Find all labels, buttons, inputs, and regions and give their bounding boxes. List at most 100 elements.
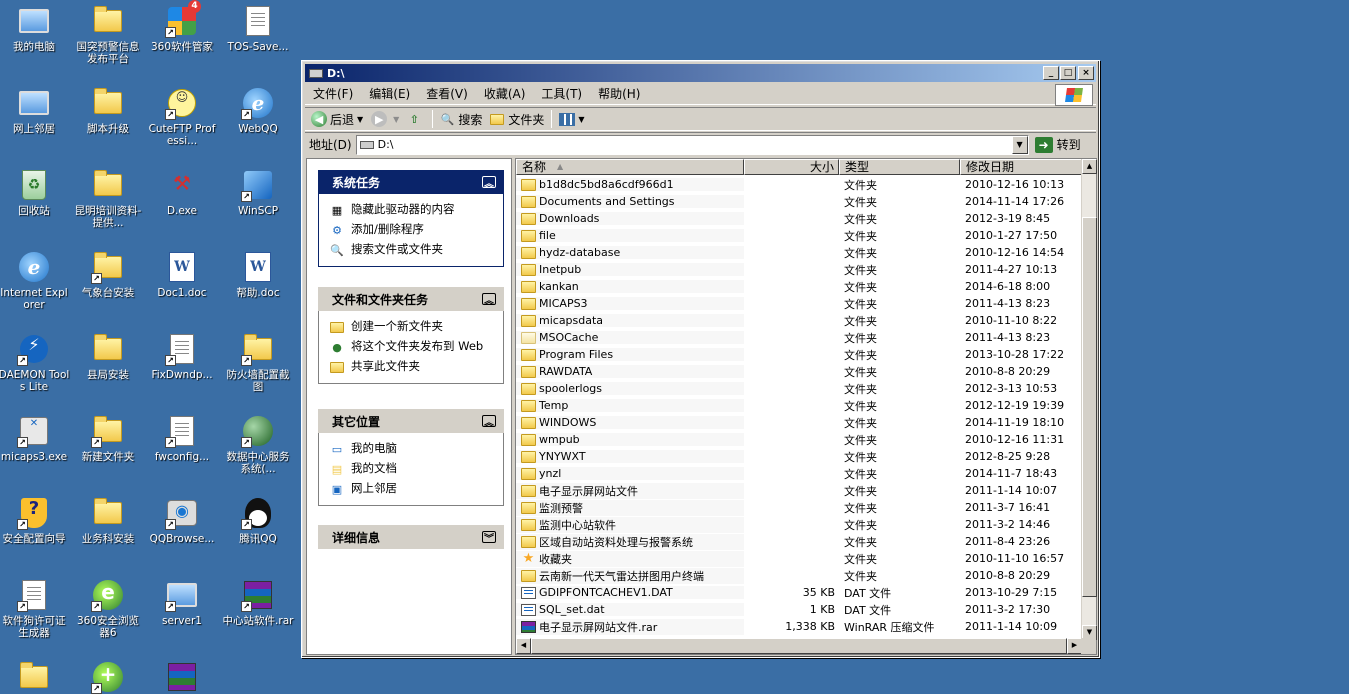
desktop-icon[interactable]: ↗ 防火墙配置截图 — [220, 332, 296, 393]
desktop-icon[interactable]: e ↗ 360安全浏览器6 — [70, 578, 146, 639]
back-dropdown-icon[interactable]: ▼ — [357, 115, 363, 124]
details-header[interactable]: 详细信息 ︾ — [318, 525, 504, 549]
menu-edit[interactable]: 编辑(E) — [361, 85, 418, 102]
desktop-icon[interactable]: ↗ 新建文件夹 — [70, 414, 146, 463]
address-dropdown-button[interactable]: ▼ — [1011, 135, 1028, 154]
file-row[interactable]: b1d8dc5bd8a6cdf966d1 文件夹 2010-12-16 10:13 — [516, 176, 1082, 193]
file-row[interactable]: kankan 文件夹 2014-6-18 8:00 — [516, 278, 1082, 295]
desktop-icon[interactable]: 国突预警信息发布平台 — [70, 4, 146, 65]
horizontal-scroll-thumb[interactable] — [531, 638, 1067, 654]
desktop-icon[interactable]: ↗ 软件狗许可证生成器 — [0, 578, 72, 639]
column-header-type[interactable]: 类型 — [839, 159, 960, 175]
column-header-size[interactable]: 大小 — [744, 159, 839, 175]
desktop-icon[interactable]: 网上邻居 — [0, 86, 72, 135]
desktop-icon[interactable]: TOS-Save... — [220, 4, 296, 53]
column-header-date[interactable]: 修改日期 — [960, 159, 1082, 175]
maximize-button[interactable]: □ — [1060, 66, 1076, 80]
menu-file[interactable]: 文件(F) — [305, 85, 361, 102]
desktop-icon[interactable]: ◉ ↗ QQBrowse... — [144, 496, 220, 545]
other-places-header[interactable]: 其它位置 ︽ — [318, 409, 504, 433]
forward-button[interactable]: ▶ ▼ — [367, 108, 403, 130]
file-row[interactable]: MICAPS3 文件夹 2011-4-13 8:23 — [516, 295, 1082, 312]
file-row[interactable]: micapsdata 文件夹 2010-11-10 8:22 — [516, 312, 1082, 329]
desktop-icon[interactable]: ↗ fwconfig... — [144, 414, 220, 463]
horizontal-scrollbar[interactable]: ◀ ▶ — [516, 638, 1082, 654]
file-row[interactable]: Temp 文件夹 2012-12-19 19:39 — [516, 397, 1082, 414]
desktop-icon[interactable]: ⚡ ↗ DAEMON Tools Lite — [0, 332, 72, 393]
task-search-files[interactable]: 🔍 搜索文件或文件夹 — [329, 240, 503, 260]
file-row[interactable]: 监测中心站软件 文件夹 2011-3-2 14:46 — [516, 516, 1082, 533]
file-row[interactable]: WINDOWS 文件夹 2014-11-19 18:10 — [516, 414, 1082, 431]
task-publish-to-web[interactable]: ● 将这个文件夹发布到 Web — [329, 337, 503, 357]
file-row[interactable]: MSOCache 文件夹 2011-4-13 8:23 — [516, 329, 1082, 346]
menu-view[interactable]: 查看(V) — [418, 85, 476, 102]
desktop-icon[interactable]: 县局安装 — [70, 332, 146, 381]
file-row[interactable]: 区域自动站资料处理与报警系统 文件夹 2011-8-4 23:26 — [516, 533, 1082, 550]
vertical-scrollbar[interactable]: ▲ ▼ — [1081, 159, 1097, 640]
desktop-icon[interactable]: 脚本升级 — [70, 86, 146, 135]
file-row[interactable]: file 文件夹 2010-1-27 17:50 — [516, 227, 1082, 244]
file-row[interactable]: Documents and Settings 文件夹 2014-11-14 17:2… — [516, 193, 1082, 210]
desktop-icon[interactable]: W Doc1.doc — [144, 250, 220, 299]
scroll-thumb[interactable] — [1082, 217, 1097, 597]
task-new-folder[interactable]: 创建一个新文件夹 — [329, 317, 503, 337]
file-row[interactable]: spoolerlogs 文件夹 2012-3-13 10:53 — [516, 380, 1082, 397]
desktop-icon[interactable]: ⚒ D.exe — [144, 168, 220, 217]
task-add-remove-programs[interactable]: ⚙ 添加/删除程序 — [329, 220, 503, 240]
column-header-name[interactable]: 名称 ▲ — [516, 159, 744, 175]
desktop-icon[interactable]: ☺ ↗ CuteFTP Professi... — [144, 86, 220, 147]
file-row[interactable]: Inetpub 文件夹 2011-4-27 10:13 — [516, 261, 1082, 278]
back-button[interactable]: ◀ 后退 ▼ — [307, 108, 367, 130]
minimize-button[interactable]: _ — [1043, 66, 1059, 80]
menu-favorites[interactable]: 收藏(A) — [476, 85, 534, 102]
menu-help[interactable]: 帮助(H) — [590, 85, 648, 102]
file-row[interactable]: hydz-database 文件夹 2010-12-16 14:54 — [516, 244, 1082, 261]
desktop-icon[interactable]: ♻ 回收站 — [0, 168, 72, 217]
desktop-icon[interactable]: ↗ 数据中心服务系统(... — [220, 414, 296, 475]
collapse-icon[interactable]: ︽ — [482, 415, 496, 429]
scroll-up-button[interactable]: ▲ — [1082, 159, 1097, 174]
file-row[interactable]: ★ 收藏夹 文件夹 2010-11-10 16:57 — [516, 550, 1082, 567]
file-row[interactable]: GDIPFONTCACHEV1.DAT 35 KB DAT 文件 2013-10-29… — [516, 584, 1082, 601]
desktop-icon[interactable]: 昆明培训资料-提供... — [70, 168, 146, 229]
desktop-icon[interactable]: ↗ 腾讯QQ — [220, 496, 296, 545]
up-button[interactable]: ⇧ — [403, 108, 429, 130]
scroll-right-button[interactable]: ▶ — [1067, 638, 1082, 654]
file-row[interactable]: 电子显示屏网站文件.rar 1,338 KB WinRAR 压缩文件 2011-1-1… — [516, 618, 1082, 635]
desktop-icon[interactable]: ? ↗ 安全配置向导 — [0, 496, 72, 545]
place-my-computer[interactable]: ▭ 我的电脑 — [329, 439, 503, 459]
file-row[interactable]: YNYWXT 文件夹 2012-8-25 9:28 — [516, 448, 1082, 465]
desktop-icon[interactable]: ↗ 气象台安装 — [70, 250, 146, 299]
go-button[interactable]: ➜ 转到 — [1034, 136, 1081, 153]
file-row[interactable]: Program Files 文件夹 2013-10-28 17:22 — [516, 346, 1082, 363]
desktop-icon[interactable]: ↗ server1 — [144, 578, 220, 627]
file-row[interactable]: Downloads 文件夹 2012-3-19 8:45 — [516, 210, 1082, 227]
task-hide-drive-contents[interactable]: ▦ 隐藏此驱动器的内容 — [329, 200, 503, 220]
desktop-icon[interactable]: e Internet Explorer — [0, 250, 72, 311]
file-row[interactable]: RAWDATA 文件夹 2010-8-8 20:29 — [516, 363, 1082, 380]
desktop-icon[interactable]: 我的电脑 — [0, 4, 72, 53]
desktop-icon[interactable]: ↗ FixDwndp... — [144, 332, 220, 381]
desktop-icon[interactable]: 业务科安装 — [70, 496, 146, 545]
system-tasks-header[interactable]: 系统任务 ︽ — [318, 170, 504, 194]
file-row[interactable]: wmpub 文件夹 2010-12-16 11:31 — [516, 431, 1082, 448]
task-share-folder[interactable]: 共享此文件夹 — [329, 357, 503, 377]
close-button[interactable]: × — [1078, 66, 1094, 80]
folders-button[interactable]: 文件夹 — [486, 108, 548, 130]
file-folder-tasks-header[interactable]: 文件和文件夹任务 ︽ — [318, 287, 504, 311]
file-row[interactable]: 电子显示屏网站文件 文件夹 2011-1-14 10:07 — [516, 482, 1082, 499]
file-row[interactable]: 云南新一代天气雷达拼图用户终端 文件夹 2010-8-8 20:29 — [516, 567, 1082, 584]
place-my-documents[interactable]: ▤ 我的文档 — [329, 459, 503, 479]
desktop-icon[interactable]: ↗ WinSCP — [220, 168, 296, 217]
place-network-places[interactable]: ▣ 网上邻居 — [329, 479, 503, 499]
scroll-left-button[interactable]: ◀ — [516, 638, 531, 654]
file-row[interactable]: 监测预警 文件夹 2011-3-7 16:41 — [516, 499, 1082, 516]
desktop-icon-partial[interactable] — [0, 660, 72, 694]
menu-tools[interactable]: 工具(T) — [533, 85, 590, 102]
title-bar[interactable]: D:\ _ □ × — [305, 64, 1096, 82]
views-button[interactable]: ▼ — [555, 108, 588, 130]
collapse-icon[interactable]: ︽ — [482, 176, 496, 190]
desktop-icon[interactable]: 4 ↗ 360软件管家 — [144, 0, 220, 53]
collapse-icon[interactable]: ︽ — [482, 293, 496, 307]
search-button[interactable]: 🔍 搜索 — [436, 108, 486, 130]
